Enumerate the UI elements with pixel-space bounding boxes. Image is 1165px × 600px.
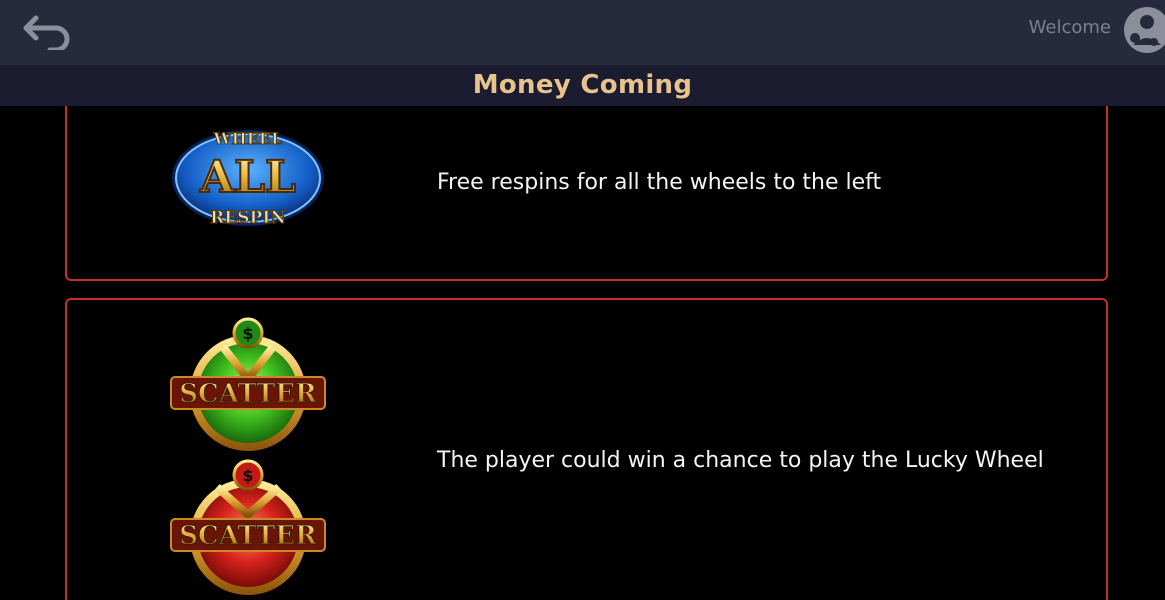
rule-description: The player could win a chance to play th… [437,448,1044,473]
top-bar: Welcome [0,0,1165,65]
all-label: ALL [199,152,296,203]
wheel-label: WHEEL [213,129,283,148]
scatter-label: SCATTER [179,521,317,551]
rule-description: Free respins for all the wheels to the l… [437,170,882,195]
dollar-badge: $ [242,324,253,343]
respin-label: RESPIN [210,208,286,228]
scatter-label: SCATTER [179,379,317,409]
rules-content: WHEEL ALL RESPIN Free respins for all th… [0,106,1165,600]
rule-card: $ SCATTER $ SCATTER The player could win… [65,298,1108,600]
page-title: Money Coming [472,70,693,100]
back-arrow-icon [23,15,70,53]
green-scatter-icon: $ SCATTER [167,317,329,455]
wheel-all-respin-icon: WHEEL ALL RESPIN [169,122,327,232]
avatar-button[interactable] [1121,5,1165,55]
welcome-label: Welcome [1028,17,1111,38]
title-bar: Money Coming [0,65,1165,106]
back-button[interactable] [22,10,76,53]
user-avatar-icon [1124,7,1165,53]
red-scatter-icon: $ SCATTER [167,459,329,597]
dollar-badge: $ [242,466,253,485]
rule-card: WHEEL ALL RESPIN Free respins for all th… [65,106,1108,281]
